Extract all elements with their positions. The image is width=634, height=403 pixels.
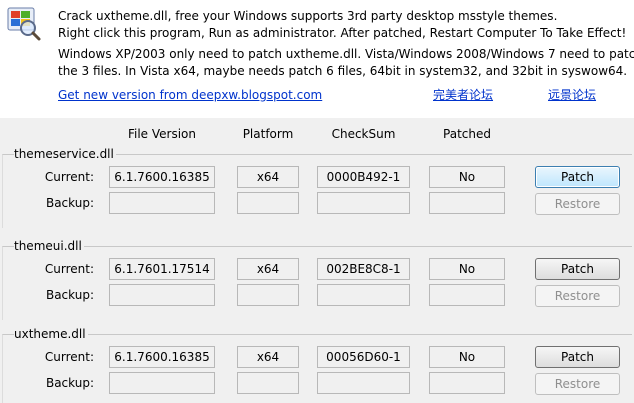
backup-version-field [109,372,215,394]
restore-button-themeservice[interactable]: Restore [535,193,620,215]
group-title-uxtheme: uxtheme.dll [14,327,88,341]
header-description-line-3: Windows XP/2003 only need to patch uxthe… [58,47,634,61]
header-panel: Crack uxtheme.dll, free your Windows sup… [0,0,634,118]
forum-link-2[interactable]: 远景论坛 [548,88,596,102]
current-checksum-field: 00056D60-1 [317,346,410,368]
new-version-link[interactable]: Get new version from deepxw.blogspot.com [58,88,322,102]
backup-platform-field [237,372,299,394]
current-checksum-field: 002BE8C8-1 [317,258,410,280]
windows-theme-magnifier-icon [7,7,41,41]
current-platform-field: x64 [237,166,299,188]
current-platform-field: x64 [237,258,299,280]
backup-label: Backup: [45,376,94,390]
forum-link-1[interactable]: 完美者论坛 [433,88,493,102]
backup-patched-field [429,284,505,306]
backup-platform-field [237,284,299,306]
current-version-field: 6.1.7600.16385 [109,346,215,368]
backup-patched-field [429,192,505,214]
column-header-file-version: File Version [127,127,197,141]
backup-label: Backup: [45,196,94,210]
restore-button-uxtheme[interactable]: Restore [535,373,620,395]
patch-button-themeui[interactable]: Patch [535,258,620,280]
current-patched-field: No [429,346,505,368]
backup-label: Backup: [45,288,94,302]
patch-button-themeservice[interactable]: Patch [535,166,620,188]
current-label: Current: [44,262,94,276]
current-patched-field: No [429,166,505,188]
backup-version-field [109,284,215,306]
column-header-patched: Patched [443,127,491,141]
current-platform-field: x64 [237,346,299,368]
header-description-line-2: Right click this program, Run as adminis… [58,26,627,40]
backup-checksum-field [317,284,410,306]
backup-checksum-field [317,372,410,394]
backup-platform-field [237,192,299,214]
column-header-platform: Platform [242,127,294,141]
backup-checksum-field [317,192,410,214]
restore-button-themeui[interactable]: Restore [535,285,620,307]
current-version-field: 6.1.7601.17514 [109,258,215,280]
header-description-line-4: the 3 files. In Vista x64, maybe needs p… [58,64,628,78]
current-patched-field: No [429,258,505,280]
header-description-line-1: Crack uxtheme.dll, free your Windows sup… [58,9,558,23]
column-header-checksum: CheckSum [331,127,396,141]
patcher-window: Crack uxtheme.dll, free your Windows sup… [0,0,634,403]
current-label: Current: [44,350,94,364]
group-title-themeservice: themeservice.dll [14,147,116,161]
patch-button-uxtheme[interactable]: Patch [535,346,620,368]
backup-patched-field [429,372,505,394]
current-version-field: 6.1.7600.16385 [109,166,215,188]
current-label: Current: [44,170,94,184]
backup-version-field [109,192,215,214]
current-checksum-field: 0000B492-1 [317,166,410,188]
group-title-themeui: themeui.dll [14,239,84,253]
